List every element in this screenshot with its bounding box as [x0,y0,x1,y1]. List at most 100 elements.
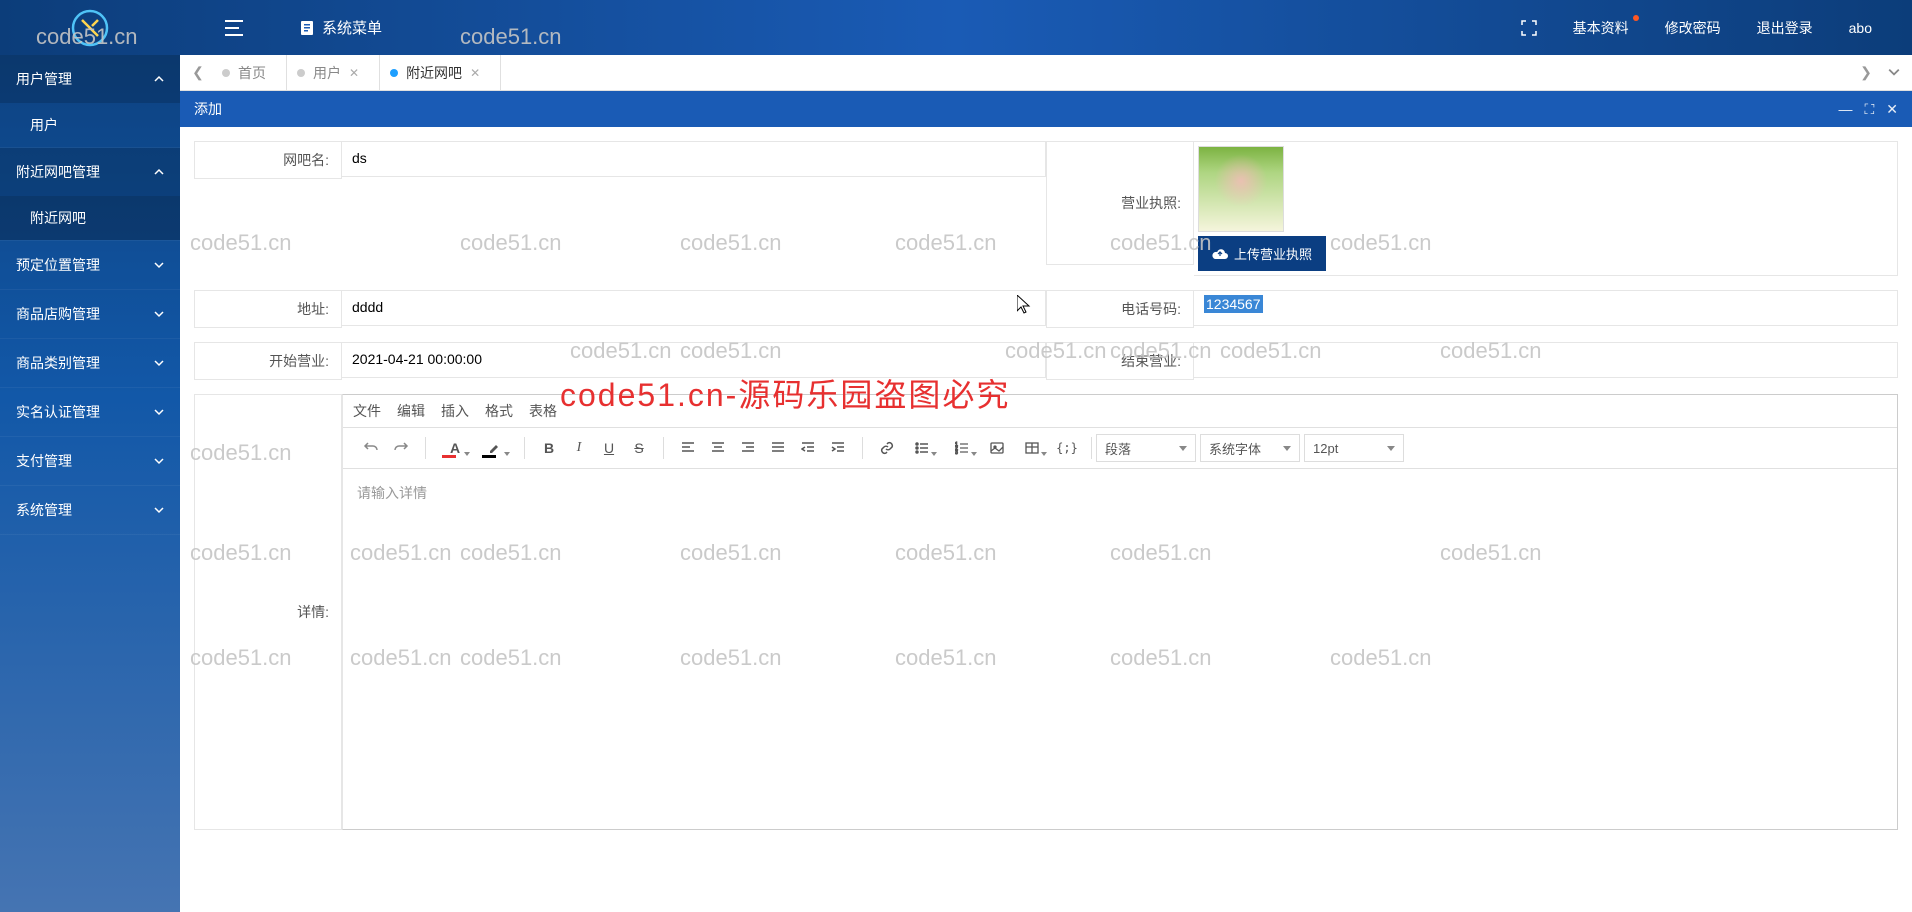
sidebar-group-title-shop[interactable]: 商品店购管理 [0,290,180,338]
system-menu-button[interactable]: 系统菜单 [298,17,382,38]
highlight-color-icon[interactable] [476,434,514,462]
sidebar-group-title-system[interactable]: 系统管理 [0,486,180,534]
tab-close-icon[interactable]: ✕ [349,66,359,80]
tabs-next-button[interactable]: ❯ [1852,64,1880,81]
align-left-icon[interactable] [674,434,702,462]
sidebar-group-title-reservation[interactable]: 预定位置管理 [0,241,180,289]
indent-decrease-icon[interactable] [794,434,822,462]
sidebar-group-title-netbar[interactable]: 附近网吧管理 [0,148,180,196]
fullscreen-icon[interactable] [1521,20,1537,36]
notification-dot-icon [1633,15,1639,21]
link-icon[interactable] [873,434,901,462]
tabs-more-button[interactable] [1880,65,1908,81]
cloud-upload-icon [1212,248,1228,260]
name-label: 网吧名: [194,141,342,179]
align-justify-icon[interactable] [764,434,792,462]
tab-dot-icon [297,69,305,77]
sidebar-group-title-user[interactable]: 用户管理 [0,55,180,103]
upload-license-button[interactable]: 上传营业执照 [1198,236,1326,271]
sidebar-group-netbar: 附近网吧管理 附近网吧 [0,148,180,241]
start-time-input[interactable] [342,343,1045,375]
font-size-select[interactable]: 12pt [1304,434,1404,462]
logo [0,0,180,55]
menu-edit[interactable]: 编辑 [397,401,425,421]
font-family-select[interactable]: 系统字体 [1200,434,1300,462]
tab-label: 首页 [238,63,266,83]
panel-header: 添加 — ⛶ ✕ [180,91,1912,127]
table-icon[interactable] [1013,434,1051,462]
username-label[interactable]: abo [1849,20,1872,36]
indent-increase-icon[interactable] [824,434,852,462]
menu-insert[interactable]: 插入 [441,401,469,421]
paragraph-select[interactable]: 段落 [1096,434,1196,462]
italic-icon[interactable]: I [565,434,593,462]
editor-toolbar: A B I U S [343,428,1897,469]
tabs-prev-button[interactable]: ❮ [184,64,212,81]
sidebar-group-category: 商品类别管理 [0,339,180,388]
chevron-down-icon [154,260,164,270]
address-input[interactable] [342,291,1045,323]
sidebar-group-realname: 实名认证管理 [0,388,180,437]
panel-minimize-icon[interactable]: — [1838,101,1852,118]
name-input[interactable] [342,142,1045,174]
tab-home[interactable]: 首页 [212,55,287,91]
license-label: 营业执照: [1046,141,1194,265]
logout-link[interactable]: 退出登录 [1757,18,1813,38]
sidebar-group-shop: 商品店购管理 [0,290,180,339]
chevron-up-icon [154,167,164,177]
bold-icon[interactable]: B [535,434,563,462]
underline-icon[interactable]: U [595,434,623,462]
numbered-list-icon[interactable]: 123 [943,434,981,462]
tab-close-icon[interactable]: ✕ [470,66,480,80]
sidebar: 用户管理 用户 附近网吧管理 附近网吧 预定位置管理 商品店购管理 [0,55,180,912]
panel-maximize-icon[interactable]: ⛶ [1864,101,1874,118]
chevron-down-icon [154,358,164,368]
phone-input[interactable]: 1234567 [1204,295,1263,313]
sidebar-item-user[interactable]: 用户 [0,103,180,147]
align-right-icon[interactable] [734,434,762,462]
code-icon[interactable]: {;} [1053,434,1081,462]
main-content: ❮ 首页 用户 ✕ 附近网吧 ✕ ❯ 添加 — [180,55,1912,912]
end-time-input[interactable] [1194,343,1897,375]
sidebar-group-title-category[interactable]: 商品类别管理 [0,339,180,387]
chevron-down-icon [154,505,164,515]
undo-icon[interactable] [357,434,385,462]
bullet-list-icon[interactable] [903,434,941,462]
svg-text:3: 3 [955,450,958,455]
tab-label: 附近网吧 [406,63,462,83]
phone-label: 电话号码: [1046,290,1194,328]
logo-icon [70,8,110,48]
sidebar-group-payment: 支付管理 [0,437,180,486]
basic-info-link[interactable]: 基本资料 [1573,18,1629,38]
menu-file[interactable]: 文件 [353,401,381,421]
image-icon[interactable] [983,434,1011,462]
panel-title: 添加 [194,99,222,119]
align-center-icon[interactable] [704,434,732,462]
sidebar-group-title-realname[interactable]: 实名认证管理 [0,388,180,436]
start-time-label: 开始营业: [194,342,342,380]
redo-icon[interactable] [387,434,415,462]
editor-body[interactable]: 请输入详情 [343,469,1897,829]
menu-table[interactable]: 表格 [529,401,557,421]
sidebar-toggle-icon[interactable] [225,20,243,36]
tab-user[interactable]: 用户 ✕ [287,55,380,91]
rich-text-editor: 文件 编辑 插入 格式 表格 [342,394,1898,830]
strikethrough-icon[interactable]: S [625,434,653,462]
sidebar-item-nearby-netbar[interactable]: 附近网吧 [0,196,180,240]
menu-format[interactable]: 格式 [485,401,513,421]
text-color-icon[interactable]: A [436,434,474,462]
sidebar-group-title-payment[interactable]: 支付管理 [0,437,180,485]
panel-close-icon[interactable]: ✕ [1886,101,1898,118]
address-label: 地址: [194,290,342,328]
chevron-down-icon [1888,66,1900,78]
change-password-link[interactable]: 修改密码 [1665,18,1721,38]
license-photo [1198,146,1284,232]
sidebar-group-reservation: 预定位置管理 [0,241,180,290]
end-time-label: 结束营业: [1046,342,1194,380]
chevron-down-icon [154,309,164,319]
tab-nearby-netbar[interactable]: 附近网吧 ✕ [380,55,501,91]
tabs-bar: ❮ 首页 用户 ✕ 附近网吧 ✕ ❯ [180,55,1912,91]
app-header: 系统菜单 基本资料 修改密码 退出登录 abo [0,0,1912,55]
document-icon [298,19,316,37]
tab-dot-icon [222,69,230,77]
